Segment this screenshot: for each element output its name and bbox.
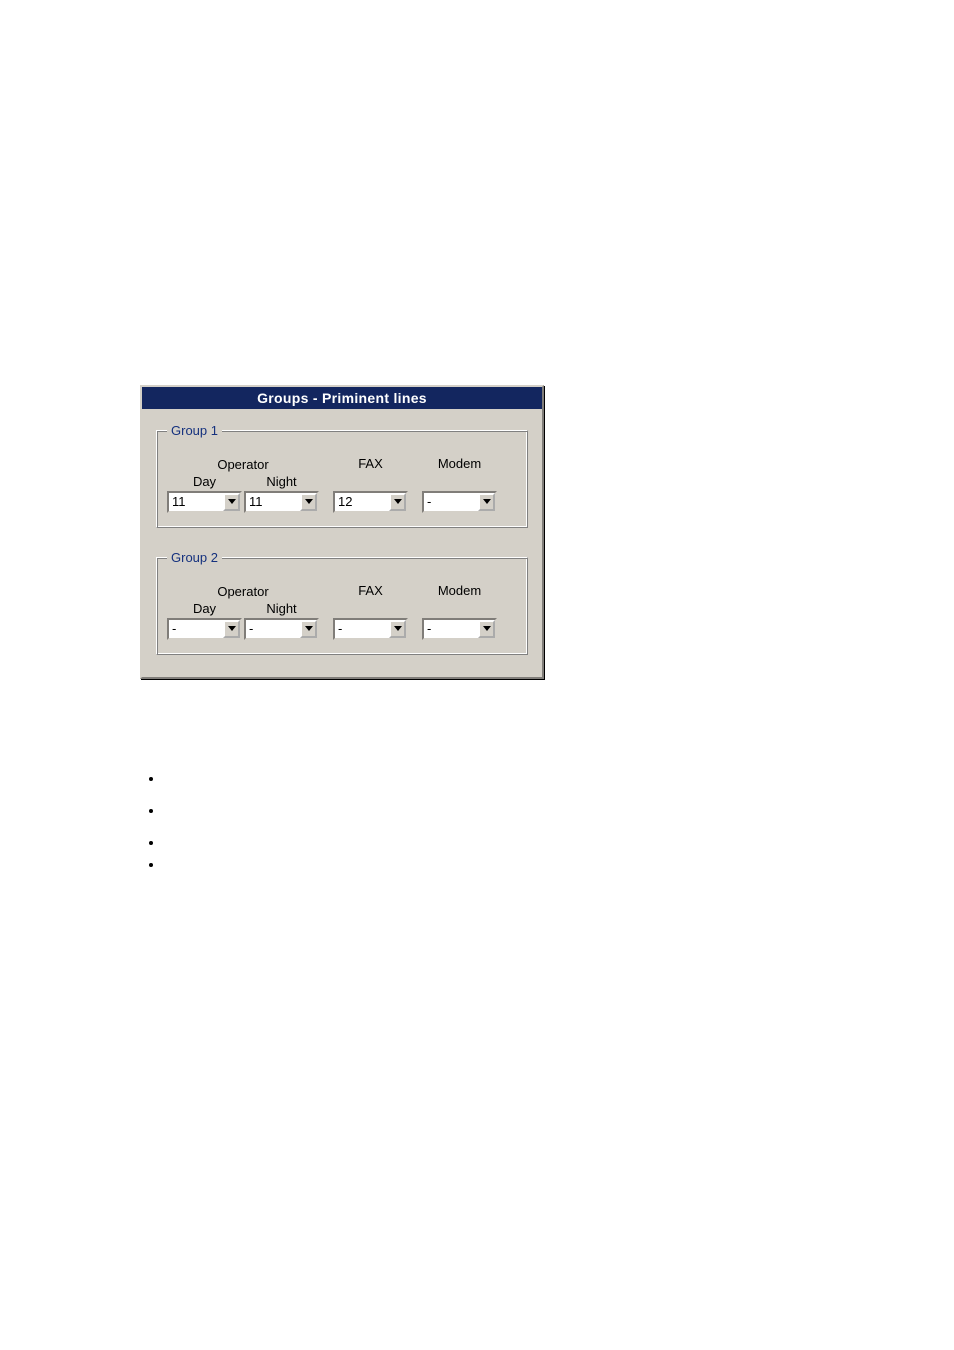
group2-fax-combo[interactable]: - xyxy=(333,618,408,640)
group1-night-combo[interactable]: 11 xyxy=(244,491,319,513)
dropdown-icon[interactable] xyxy=(223,493,240,511)
group2-fax-label: FAX xyxy=(358,583,383,598)
bullet-list xyxy=(140,770,164,878)
group1-day-value: 11 xyxy=(169,493,223,511)
dropdown-icon[interactable] xyxy=(478,620,495,638)
dropdown-icon[interactable] xyxy=(478,493,495,511)
group2-night-combo[interactable]: - xyxy=(244,618,319,640)
dropdown-icon[interactable] xyxy=(300,493,317,511)
group1-night-label: Night xyxy=(266,474,296,489)
dropdown-icon[interactable] xyxy=(300,620,317,638)
group2-night-label: Night xyxy=(266,601,296,616)
group2-day-label: Day xyxy=(193,601,216,616)
group1-fax-combo[interactable]: 12 xyxy=(333,491,408,513)
dialog-client-area: Group 1 Operator Day 11 xyxy=(142,409,542,677)
group1-modem-value: - xyxy=(424,493,478,511)
dropdown-icon[interactable] xyxy=(389,493,406,511)
group1-fax-label: FAX xyxy=(358,456,383,471)
group1-operator-label: Operator xyxy=(217,457,268,472)
group1-night-value: 11 xyxy=(246,493,300,511)
groupbox-group2-legend: Group 2 xyxy=(167,550,222,565)
group1-fax-value: 12 xyxy=(335,493,389,511)
group2-modem-value: - xyxy=(424,620,478,638)
group1-modem-label: Modem xyxy=(438,456,481,471)
group1-day-label: Day xyxy=(193,474,216,489)
group2-operator-label: Operator xyxy=(217,584,268,599)
group2-day-value: - xyxy=(169,620,223,638)
group2-modem-label: Modem xyxy=(438,583,481,598)
dropdown-icon[interactable] xyxy=(389,620,406,638)
group1-modem-combo[interactable]: - xyxy=(422,491,497,513)
group2-fax-value: - xyxy=(335,620,389,638)
groupbox-group1: Group 1 Operator Day 11 xyxy=(156,423,528,528)
dropdown-icon[interactable] xyxy=(223,620,240,638)
group2-modem-combo[interactable]: - xyxy=(422,618,497,640)
group2-night-value: - xyxy=(246,620,300,638)
groupbox-group2: Group 2 Operator Day - xyxy=(156,550,528,655)
groupbox-group1-legend: Group 1 xyxy=(167,423,222,438)
dialog-title: Groups - Priminent lines xyxy=(142,387,542,409)
dialog-groups-prominent-lines: Groups - Priminent lines Group 1 Operato… xyxy=(140,385,544,679)
group1-day-combo[interactable]: 11 xyxy=(167,491,242,513)
group2-day-combo[interactable]: - xyxy=(167,618,242,640)
